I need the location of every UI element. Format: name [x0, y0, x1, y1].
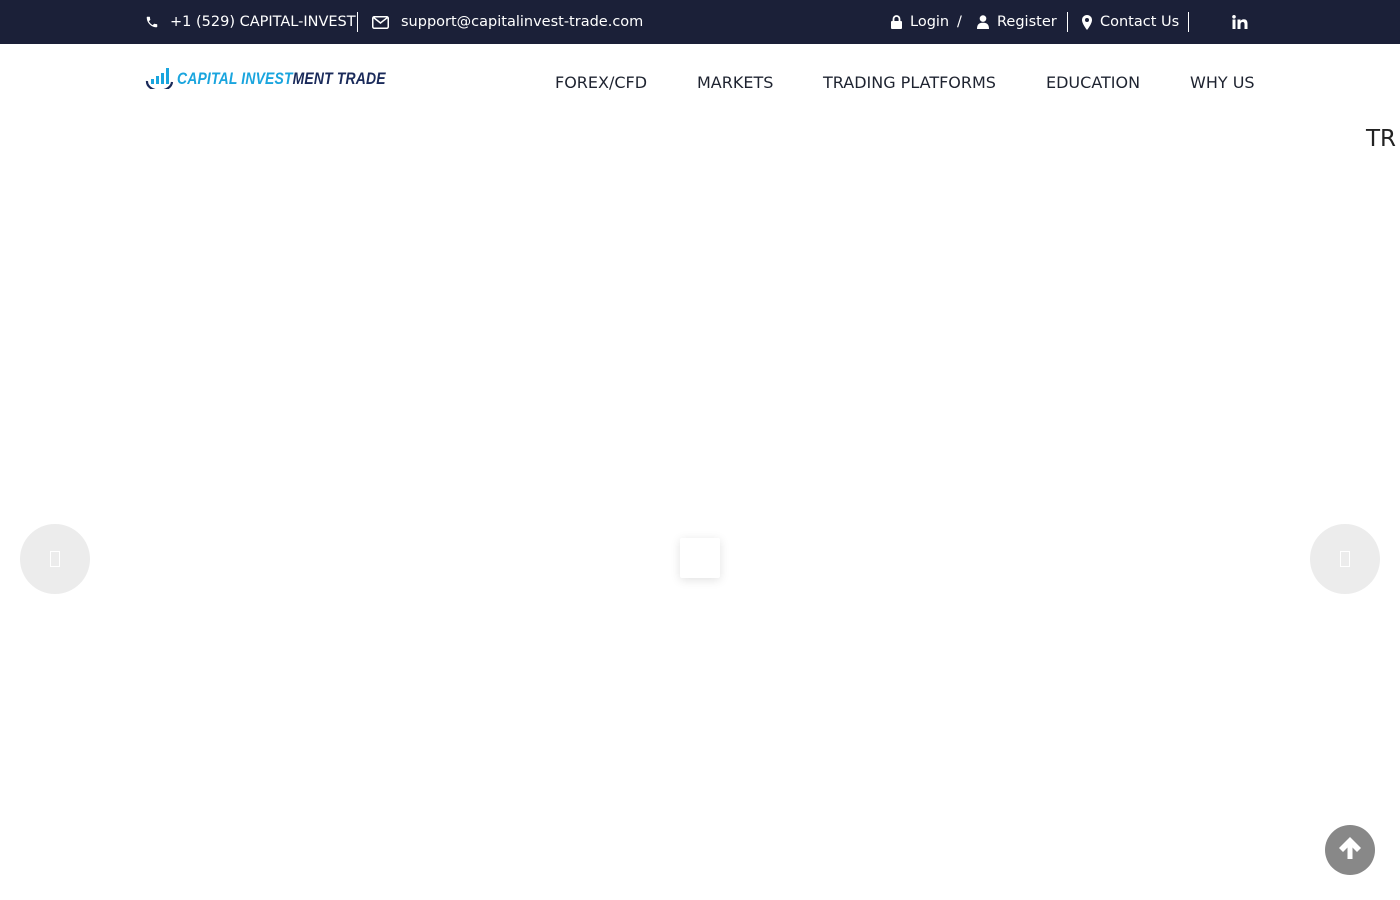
email-address: support@capitalinvest-trade.com [401, 14, 644, 30]
chevron-left-icon [50, 551, 60, 567]
nav-item-trading-platforms[interactable]: TRADING PLATFORMS [823, 44, 996, 122]
divider [357, 12, 358, 32]
top-bar: +1 (529) CAPITAL-INVEST support@capitali… [0, 0, 1400, 44]
slider-next-button[interactable] [1310, 524, 1380, 594]
main-header: CAPITAL INVESTMENT TRADE FOREX/CFD MARKE… [0, 44, 1400, 122]
arrow-up-circle-icon [1337, 835, 1363, 865]
slash-separator: / [957, 0, 962, 44]
scroll-to-top-button[interactable] [1325, 825, 1375, 875]
divider [1067, 12, 1068, 32]
logo-text: CAPITAL INVESTMENT TRADE [177, 69, 386, 89]
login-label: Login [910, 14, 950, 30]
chevron-right-icon [1340, 551, 1350, 567]
logo-chart-icon [145, 65, 175, 93]
divider [1188, 12, 1189, 32]
linkedin-icon [1232, 15, 1248, 29]
user-icon [977, 15, 989, 29]
register-label: Register [997, 14, 1057, 30]
map-marker-icon [1082, 14, 1092, 30]
nav-item-markets[interactable]: MARKETS [697, 44, 773, 122]
slash-text: / [957, 14, 962, 30]
phone-contact[interactable]: +1 (529) CAPITAL-INVEST [145, 0, 356, 44]
nav-item-education[interactable]: EDUCATION [1046, 44, 1140, 122]
linkedin-link[interactable] [1232, 0, 1248, 44]
register-link[interactable]: Register [977, 0, 1057, 44]
lock-icon [891, 15, 902, 29]
logo-text-secondary: MENT TRADE [292, 69, 386, 88]
login-link[interactable]: Login [891, 0, 949, 44]
nav-item-why-us[interactable]: WHY US [1190, 44, 1255, 122]
contact-label: Contact Us [1100, 14, 1180, 30]
slider-loader [680, 538, 720, 578]
envelope-icon [372, 15, 389, 29]
contact-link[interactable]: Contact Us [1082, 0, 1179, 44]
site-logo[interactable]: CAPITAL INVESTMENT TRADE [145, 66, 431, 92]
phone-icon [145, 15, 159, 29]
slider-prev-button[interactable] [20, 524, 90, 594]
email-contact[interactable]: support@capitalinvest-trade.com [372, 0, 643, 44]
nav-item-forex-cfd[interactable]: FOREX/CFD [555, 44, 647, 122]
hero-edge-text: TR [1366, 126, 1397, 152]
phone-number: +1 (529) CAPITAL-INVEST [170, 14, 356, 30]
logo-text-primary: CAPITAL INVEST [177, 69, 293, 88]
